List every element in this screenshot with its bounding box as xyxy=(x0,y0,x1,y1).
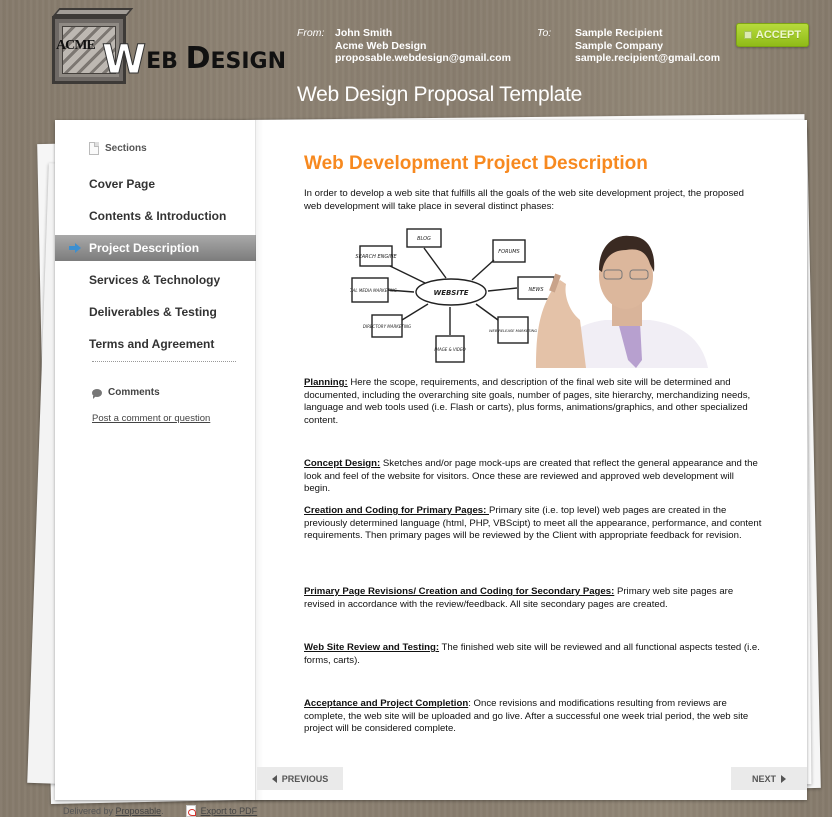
businessman-photo xyxy=(536,235,708,368)
sidebar-item-services-technology[interactable]: Services & Technology xyxy=(55,264,256,296)
arrow-right-icon xyxy=(69,243,81,253)
section-nav: Cover Page Contents & Introduction Proje… xyxy=(55,168,256,360)
sender-email: proposable.webdesign@gmail.com xyxy=(335,52,511,64)
diagram-node-label: SEARCH ENGINE xyxy=(355,254,397,260)
phase-concept-design: Concept Design: Sketches and/or page moc… xyxy=(304,458,758,495)
logo-wordmark: WEB DESIGN xyxy=(101,37,287,84)
accept-button[interactable]: ACCEPT xyxy=(736,23,809,47)
proposal-page: Sections Cover Page Contents & Introduct… xyxy=(55,120,807,800)
sidebar-item-contents-introduction[interactable]: Contents & Introduction xyxy=(55,200,256,232)
previous-label: PREVIOUS xyxy=(281,773,329,784)
next-button[interactable]: NEXT xyxy=(731,767,807,790)
crate-lid xyxy=(52,8,134,16)
acme-web-design-logo: ACME WEB DESIGN xyxy=(52,8,286,86)
comments-label: Comments xyxy=(108,387,160,398)
diagram-center-label: WEBSITE xyxy=(433,289,468,297)
footer-period: . xyxy=(161,806,164,816)
export-pdf[interactable]: Export to PDF xyxy=(185,805,258,817)
sender-company: Acme Web Design xyxy=(335,39,427,52)
sidebar-item-terms-agreement[interactable]: Terms and Agreement xyxy=(55,328,256,360)
recipient-company: Sample Company xyxy=(575,39,664,52)
diagram-node-label: SOCIAL MEDIA MARKETING xyxy=(350,288,397,293)
diagram-svg: WEBSITE BLOG SEARCH ENGINE FORUMS SOCIAL… xyxy=(350,228,708,368)
phase-primary-pages: Creation and Coding for Primary Pages: P… xyxy=(304,505,762,542)
to-label: To: xyxy=(537,27,552,39)
comment-bubble-icon xyxy=(92,388,102,399)
phase-secondary-pages: Primary Page Revisions/ Creation and Cod… xyxy=(304,586,734,610)
sidebar-item-label: Terms and Agreement xyxy=(89,337,215,351)
sidebar-divider xyxy=(92,361,236,362)
from-label: From: xyxy=(297,27,325,39)
document-title: Web Design Proposal Template xyxy=(297,83,582,106)
diagram-node-label: WEB RELEASE MARKETING xyxy=(489,329,537,333)
sidebar-item-label: Project Description xyxy=(89,241,200,255)
sections-header: Sections xyxy=(89,142,147,155)
checkbox-icon xyxy=(743,31,752,39)
export-pdf-link[interactable]: Export to PDF xyxy=(201,806,258,816)
recipient-name: Sample Recipient xyxy=(575,27,663,39)
sidebar-item-label: Contents & Introduction xyxy=(89,209,227,223)
sections-sidebar: Sections Cover Page Contents & Introduct… xyxy=(55,120,263,800)
phase-review-testing: Web Site Review and Testing: The finishe… xyxy=(304,642,760,666)
website-diagram-image: WEBSITE BLOG SEARCH ENGINE FORUMS SOCIAL… xyxy=(350,220,710,368)
phase-planning: Planning: Here the scope, requirements, … xyxy=(304,377,751,427)
sidebar-item-label: Cover Page xyxy=(89,177,156,191)
previous-button[interactable]: PREVIOUS xyxy=(257,767,343,790)
next-label: NEXT xyxy=(751,773,776,784)
diagram-node-label: FORUMS xyxy=(498,249,520,255)
sidebar-item-cover-page[interactable]: Cover Page xyxy=(55,168,256,200)
diagram-node-label: BLOG xyxy=(417,236,431,242)
diagram-node-label: NEWS xyxy=(528,287,544,293)
triangle-right-icon xyxy=(781,774,786,783)
accept-label: ACCEPT xyxy=(755,29,802,41)
proposable-link[interactable]: Proposable xyxy=(116,806,162,816)
diagram-node-label: IMAGE & VIDEO xyxy=(434,347,465,352)
pdf-icon xyxy=(185,805,196,817)
section-heading: Web Development Project Description xyxy=(304,153,648,174)
recipient-email: sample.recipient@gmail.com xyxy=(575,52,721,64)
sections-label: Sections xyxy=(105,143,147,154)
post-comment-link[interactable]: Post a comment or question xyxy=(92,413,210,424)
page-icon xyxy=(89,142,99,155)
sidebar-item-project-description[interactable]: Project Description xyxy=(55,235,256,261)
delivered-by-text: Delivered by xyxy=(63,806,114,816)
sidebar-item-deliverables-testing[interactable]: Deliverables & Testing xyxy=(55,296,256,328)
crate-label: ACME xyxy=(56,38,96,53)
sender-name: John Smith xyxy=(335,27,393,39)
sidebar-item-label: Services & Technology xyxy=(89,273,221,287)
comments-header: Comments xyxy=(92,387,160,399)
triangle-left-icon xyxy=(271,774,277,783)
intro-paragraph: In order to develop a web site that fulf… xyxy=(304,188,744,212)
sidebar-item-label: Deliverables & Testing xyxy=(89,305,217,319)
footer: Delivered by Proposable. Export to PDF xyxy=(63,805,257,817)
diagram-node-label: DIRECTORY MARKETING xyxy=(363,324,411,329)
phase-acceptance: Acceptance and Project Completion: Once … xyxy=(304,698,749,735)
